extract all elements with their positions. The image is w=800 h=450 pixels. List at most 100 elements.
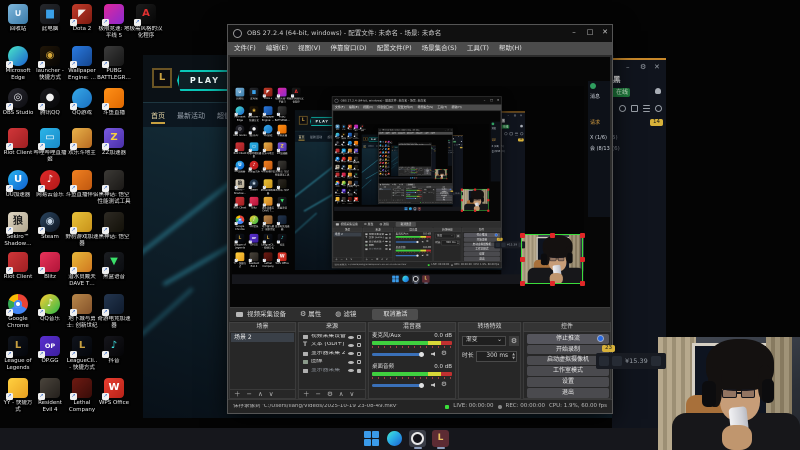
desktop-icon-lethal-company[interactable]: ↗ Lethal Company (65, 378, 99, 413)
desktop-icon-sekiro[interactable]: 狼↗Sekiro™ Shadow… (1, 212, 35, 247)
desktop-icon-obs-studio[interactable]: ◎ ↗ OBS Studio (1, 88, 35, 117)
maximize-button[interactable]: □ (489, 99, 494, 102)
close-button[interactable]: ✕ (450, 129, 452, 130)
selected-source-outline[interactable] (460, 188, 490, 212)
menu-item[interactable]: 编辑(E) (349, 106, 359, 109)
desktop-icon-wps-office[interactable]: W ↗ WPS Office (353, 197, 360, 203)
desktop-icon-wps-office[interactable]: W ↗ WPS Office (275, 252, 290, 265)
desktop-icon-zz-booster[interactable]: Z ↗ ZZ加速器 (387, 151, 390, 154)
menu-item[interactable]: 停靠窗口(D) (398, 133, 405, 134)
visibility-eye-icon[interactable] (385, 241, 388, 243)
desktop-icon-netease-music[interactable]: ♪ ↗ 网易云音乐 (247, 160, 262, 174)
obs-preview-canvas[interactable] (398, 145, 431, 167)
desktop-icon-tencent-qq[interactable]: ● ↗ 腾讯QQ (33, 88, 67, 117)
lock-icon[interactable] (357, 343, 361, 348)
desktop-icon-microsoft-edge[interactable]: ↗Microsoft Edge (1, 46, 35, 81)
desktop-icon-forza-horizon-5[interactable]: ↗极限竞速: 地平线 5 (97, 4, 131, 39)
desktop-icon-localization-tool[interactable]: A ↗ 极需风格的汉化程序 (129, 4, 163, 39)
taskbar-league-button[interactable]: L (415, 177, 418, 179)
selection-handle[interactable] (579, 256, 585, 262)
visibility-eye-icon[interactable] (385, 248, 388, 250)
desktop-icon-tencent-qq[interactable]: ● ↗ 腾讯QQ (247, 124, 262, 138)
bell-icon[interactable] (655, 88, 661, 94)
desktop-icon-blitz[interactable]: ↗ Blitz (247, 196, 262, 210)
desktop-icon-zz-booster[interactable]: Z ↗ ZZ加速器 (97, 128, 131, 157)
desktop-icon-black-myth-wukong[interactable]: ↗ 黑神话: 悟空 (353, 164, 360, 171)
desktop-icon-yebao-booster[interactable]: ↗ 野豹游戏加速器 (65, 212, 99, 247)
visibility-eye-icon[interactable] (385, 244, 388, 247)
menu-item[interactable]: 停靠窗口(D) (331, 45, 367, 52)
mixer-gear-icon[interactable]: ⚙ (441, 381, 447, 388)
sources-toolbar-icon[interactable]: ∨ (350, 391, 355, 398)
desktop-icon-black-myth-wukong[interactable]: ↗ 黑神话: 悟空 (387, 158, 390, 161)
desktop-icon-dnf[interactable]: ↗地下城与勇士: 创新世纪 (261, 215, 276, 231)
source-row[interactable]: T文本 (GDI+) (300, 341, 364, 349)
selection-handle[interactable] (486, 188, 490, 191)
desktop-icon-pubg[interactable]: ↗PUBG BATTLEGR… (97, 46, 131, 81)
desktop-icon-yy[interactable]: ↗ YY - 快捷方式 (232, 252, 247, 268)
desktop-icon-douyin[interactable]: ♪ ↗ 抖音 (275, 233, 290, 247)
add-friend-icon[interactable] (453, 144, 456, 146)
chat-minimize-button[interactable]: – (626, 64, 630, 71)
menu-item[interactable]: 场景集合(S) (422, 45, 457, 52)
desktop-icon-qiyou-booster[interactable]: ↗ 奇游电竞加速器 (353, 180, 360, 188)
menu-item[interactable]: 文件(F) (234, 45, 256, 52)
lock-icon[interactable] (357, 351, 361, 356)
league-tab[interactable]: 首页 (151, 113, 165, 124)
minimize-button[interactable]: – (568, 29, 580, 36)
speaker-icon[interactable] (417, 197, 419, 199)
selection-handle[interactable] (440, 168, 442, 170)
control-button[interactable]: 退出 (463, 256, 500, 261)
menu-item[interactable]: 场景集合(S) (418, 106, 433, 109)
visibility-eye-icon[interactable] (385, 237, 388, 239)
desktop-icon-recycle-bin[interactable]: ∪ 回收站 (1, 4, 35, 33)
search-icon[interactable] (520, 132, 524, 136)
selection-handle[interactable] (549, 232, 555, 238)
search-icon[interactable] (460, 144, 463, 146)
scenes-toolbar-icon[interactable]: ∧ (345, 258, 347, 261)
desktop-icon-sekiro[interactable]: 狼↗Sekiro™ Shadow… (232, 179, 247, 194)
desktop-icon-league-of-legends[interactable]: L↗League of Legends (232, 233, 247, 249)
lock-icon[interactable] (389, 237, 391, 239)
desktop-icon-zz-booster[interactable]: Z ↗ ZZ加速器 (353, 148, 360, 155)
scenes-toolbar-icon[interactable]: ∨ (350, 258, 352, 261)
obs-titlebar[interactable]: OBS 27.2.4 (64-bit, windows) - 配置文件: 未命名… (332, 97, 502, 105)
desktop-icon-black-myth-wukong[interactable]: ↗ 黑神话: 悟空 (275, 179, 290, 192)
chat-minimize-button[interactable]: – (507, 114, 509, 117)
desktop-icon-heibox-voice[interactable]: ▼ ↗ 黑盒语音 (275, 196, 290, 210)
volume-slider-knob[interactable] (416, 254, 419, 257)
desktop-icon-this-pc[interactable]: ▆ 此电脑 (247, 87, 262, 101)
desktop-icon-qiyou-booster[interactable]: ↗ 奇游电竞加速器 (387, 165, 390, 169)
desktop-icon-blitz[interactable]: ↗ Blitz (33, 252, 67, 281)
spinner-arrows-icon[interactable]: ▲ ▼ (512, 352, 515, 360)
sources-toolbar-icon[interactable]: ∧ (381, 258, 383, 261)
filters-button[interactable]: ◍滤镜 (380, 223, 389, 226)
taskbar-start-button[interactable] (392, 275, 399, 283)
control-button[interactable]: 停止推流 (463, 232, 500, 238)
desktop-icon-douyin[interactable]: ♪ ↗ 抖音 (353, 188, 360, 195)
selection-handle[interactable] (446, 178, 448, 180)
source-row[interactable]: 显示器采集 (364, 247, 392, 251)
folder-icon[interactable] (509, 132, 513, 136)
menu-item[interactable]: 配置文件(P) (377, 45, 412, 52)
desktop-icon-heibox-voice[interactable]: ▼ ↗ 黑盒语音 (97, 252, 131, 281)
menu-item[interactable]: 场景集合(S) (416, 133, 423, 134)
selection-handle[interactable] (486, 198, 490, 202)
list-icon[interactable] (458, 144, 460, 146)
menu-item[interactable]: 配置文件(P) (398, 106, 413, 109)
chat-close-button[interactable]: ✕ (461, 136, 462, 137)
league-tab[interactable]: 最新活动 (177, 113, 205, 124)
menu-item[interactable]: 工具(T) (467, 45, 489, 52)
control-button[interactable]: 停止推流 (527, 334, 609, 344)
properties-button[interactable]: ⚙属性 (364, 223, 373, 226)
mixer-gear-icon[interactable]: ⚙ (441, 350, 447, 357)
folder-icon[interactable] (456, 144, 458, 146)
source-row[interactable]: 显示器采集 2 (300, 350, 364, 358)
transition-select[interactable]: 渐变⌄ (435, 233, 455, 239)
lock-icon[interactable] (389, 233, 391, 236)
scene-item[interactable]: 场景 2 (398, 168, 405, 170)
chat-settings-icon[interactable]: ⚙ (514, 114, 517, 117)
minimize-button[interactable]: – (444, 129, 446, 130)
desktop-icon-pubg[interactable]: ↗PUBG BATTLEGR… (353, 132, 360, 140)
chat-settings-icon[interactable]: ⚙ (458, 136, 459, 137)
